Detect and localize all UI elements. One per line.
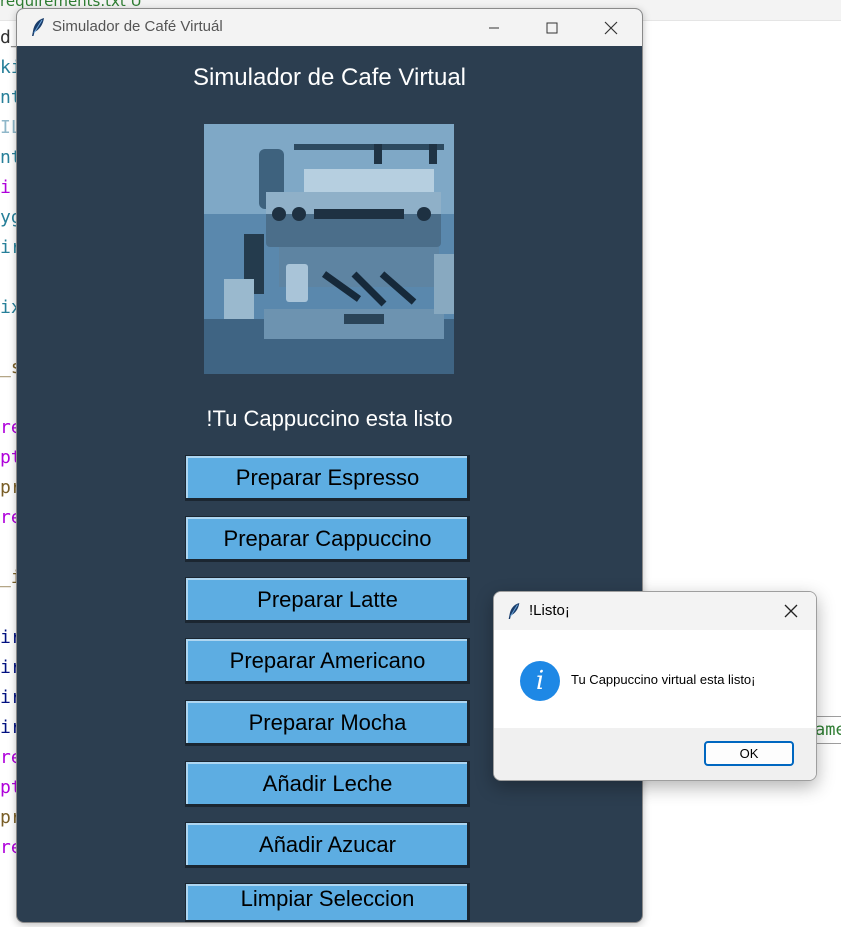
editor-side-input[interactable]: ame: [814, 716, 841, 744]
prepare-cappuccino-button[interactable]: Preparar Cappuccino: [185, 516, 470, 562]
minimize-button[interactable]: [465, 9, 523, 46]
prepare-espresso-button[interactable]: Preparar Espresso: [185, 455, 470, 501]
code-line: i: [0, 177, 11, 198]
espresso-machine-image: [204, 124, 454, 374]
window-titlebar[interactable]: Simulador de Café Virtuál: [17, 9, 642, 46]
close-button[interactable]: [582, 9, 640, 46]
maximize-icon: [546, 22, 558, 33]
dialog-close-button[interactable]: [779, 600, 803, 622]
espresso-machine-illustration: [204, 124, 454, 374]
window-content: Simulador de Cafe Virtual !Tu Cappuccino…: [17, 46, 642, 922]
editor-side-input-text: ame: [815, 720, 841, 740]
close-icon: [604, 21, 618, 34]
feather-icon: [32, 18, 44, 36]
dialog-message: Tu Cappuccino virtual esta listo¡: [571, 672, 756, 687]
maximize-button[interactable]: [523, 9, 581, 46]
dialog-titlebar[interactable]: !Listo¡: [494, 592, 816, 630]
info-icon: i: [520, 661, 560, 701]
close-icon: [784, 604, 798, 618]
dialog-body: i Tu Cappuccino virtual esta listo¡: [494, 630, 816, 728]
app-heading: Simulador de Cafe Virtual: [192, 64, 467, 91]
feather-icon: [508, 603, 520, 619]
dialog-title: !Listo¡: [529, 602, 570, 619]
cafe-simulator-window: Simulador de Café Virtuál Simulador de C…: [16, 8, 643, 923]
prepare-mocha-button[interactable]: Preparar Mocha: [185, 700, 470, 746]
prepare-latte-button[interactable]: Preparar Latte: [185, 577, 470, 623]
prepare-americano-button[interactable]: Preparar Americano: [185, 638, 470, 684]
window-title: Simulador de Café Virtuál: [52, 18, 223, 35]
clear-selection-button[interactable]: Limpiar Seleccion: [185, 883, 470, 922]
add-milk-button[interactable]: Añadir Leche: [185, 761, 470, 807]
minimize-icon: [489, 27, 499, 28]
status-message: !Tu Cappuccino esta listo: [206, 406, 453, 431]
ready-dialog: !Listo¡ i Tu Cappuccino virtual esta lis…: [493, 591, 817, 781]
dialog-footer: OK: [494, 728, 816, 780]
add-sugar-button[interactable]: Añadir Azucar: [185, 822, 470, 868]
ok-button[interactable]: OK: [704, 741, 794, 766]
